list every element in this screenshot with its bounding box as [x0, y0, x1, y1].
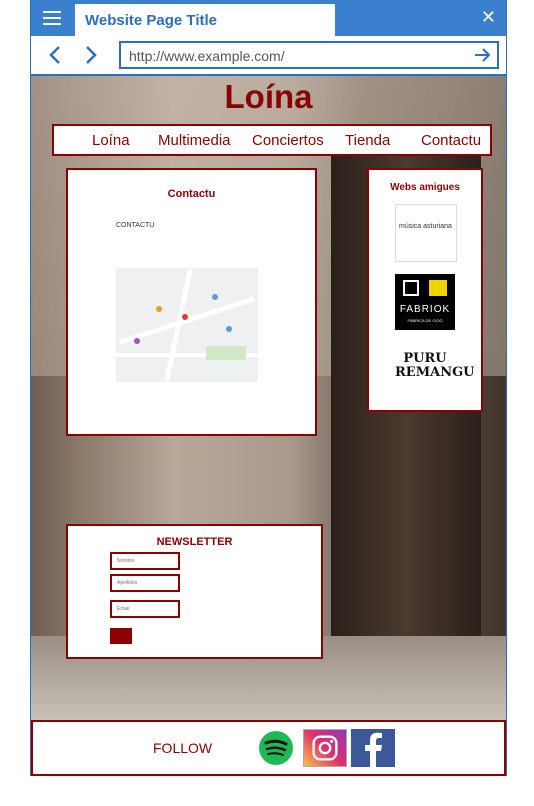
browser-tab[interactable]: Website Page Title [75, 4, 335, 36]
friends-heading: Webs amigues [390, 182, 460, 193]
nav-item-conciertos[interactable]: Conciertos [252, 132, 324, 149]
nav-item-loina[interactable]: Loína [92, 132, 130, 149]
musica-asturiana-logo[interactable]: música asturiana [395, 204, 457, 262]
tab-title: Website Page Title [85, 12, 217, 29]
puru-remangu-logo[interactable]: PURU REMANGU [395, 346, 475, 402]
map-pin-icon [182, 314, 188, 320]
contact-label: CONTACTU [116, 222, 155, 229]
browser-window: Website Page Title ✕ http://www.example.… [30, 0, 507, 776]
address-bar: http://www.example.com/ [31, 36, 506, 76]
contact-panel: Contactu CONTACTU [66, 168, 317, 436]
back-icon[interactable] [45, 44, 65, 66]
footer: FOLLOW [31, 720, 506, 776]
logo-tagline: FÁBRICA DE OCIO [407, 318, 443, 323]
menu-icon[interactable] [43, 11, 61, 25]
friends-panel: Webs amigues música asturiana FABRIOK FÁ… [367, 168, 483, 412]
go-icon[interactable] [473, 47, 491, 63]
nav-item-contactu[interactable]: Contactu [421, 132, 481, 149]
contact-heading: Contactu [167, 188, 216, 200]
name-field[interactable] [110, 552, 180, 570]
subscribe-button[interactable] [110, 628, 132, 644]
url-input[interactable]: http://www.example.com/ [119, 41, 499, 69]
page-content: Loína Loína Multimedia Conciertos Tienda… [31, 76, 506, 720]
fabriok-logo[interactable]: FABRIOK FÁBRICA DE OCIO [395, 274, 455, 330]
surname-field[interactable] [110, 574, 180, 592]
nav-item-multimedia[interactable]: Multimedia [158, 132, 231, 149]
logo-text: FABRIOK [399, 304, 451, 315]
nav-item-tienda[interactable]: Tienda [345, 132, 390, 149]
forward-icon[interactable] [81, 44, 101, 66]
map-embed[interactable] [116, 268, 258, 382]
close-icon[interactable]: ✕ [481, 8, 496, 26]
newsletter-panel: NEWSLETTER [66, 524, 323, 659]
site-title: Loína [224, 78, 313, 115]
email-field[interactable] [110, 600, 180, 618]
instagram-icon[interactable] [303, 729, 347, 767]
newsletter-heading: NEWSLETTER [156, 536, 233, 548]
url-text: http://www.example.com/ [129, 48, 285, 64]
logo-text: PURU REMANGU [395, 351, 475, 380]
spotify-icon[interactable] [254, 729, 298, 767]
follow-label: FOLLOW [153, 740, 213, 756]
main-nav: Loína Multimedia Conciertos Tienda Conta… [52, 124, 492, 156]
facebook-icon[interactable] [351, 729, 395, 767]
logo-text: música asturiana [399, 223, 452, 230]
title-bar: Website Page Title ✕ [31, 0, 506, 36]
